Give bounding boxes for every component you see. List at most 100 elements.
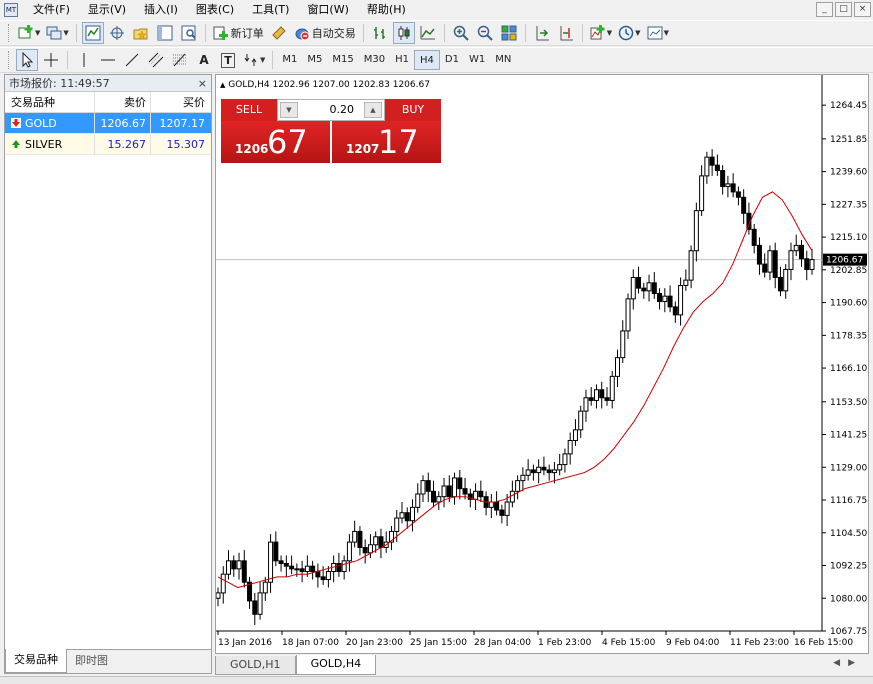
x-tick-label: 13 Jan 2016 bbox=[218, 638, 272, 648]
collapse-icon[interactable]: ▲ bbox=[220, 81, 225, 89]
close-icon[interactable]: × bbox=[198, 75, 207, 92]
terminal-icon bbox=[157, 25, 173, 41]
arrows-tool[interactable]: ▼ bbox=[241, 49, 267, 71]
symbol-cell: GOLD bbox=[5, 113, 95, 133]
y-tick-label: 1227.35 bbox=[830, 200, 867, 210]
indicators-button[interactable]: ▼ bbox=[588, 22, 614, 44]
auto-trading-button[interactable]: 自动交易 bbox=[292, 22, 358, 44]
menu-view[interactable]: 显示(V) bbox=[79, 0, 135, 20]
tab-gold-h4[interactable]: GOLD,H4 bbox=[295, 655, 377, 675]
metaeditor-icon bbox=[272, 26, 286, 40]
terminal-button[interactable] bbox=[154, 22, 176, 44]
buy-price-big: 17 bbox=[378, 123, 419, 161]
candle-body bbox=[216, 592, 221, 599]
new-order-button[interactable]: 新订单 bbox=[211, 22, 266, 44]
candle-body bbox=[431, 490, 437, 503]
cursor-tool[interactable] bbox=[16, 49, 38, 71]
candle-body bbox=[609, 375, 615, 401]
candle-body bbox=[704, 156, 710, 177]
tab-symbols[interactable]: 交易品种 bbox=[5, 649, 67, 673]
tile-windows-button[interactable] bbox=[498, 22, 520, 44]
app-icon: MT bbox=[4, 3, 18, 17]
profiles-button[interactable]: ▼ bbox=[44, 22, 70, 44]
y-tick-label: 1215.10 bbox=[830, 233, 867, 243]
candle-body bbox=[578, 410, 584, 431]
candlestick-chart-button[interactable] bbox=[392, 22, 415, 44]
chart-window[interactable]: 1264.45 1251.85 1239.60 1227.35 1215.10 1202.… bbox=[215, 74, 869, 654]
volume-decrease-button[interactable]: ▼ bbox=[280, 102, 298, 118]
templates-button[interactable]: ▼ bbox=[645, 22, 671, 44]
y-tick-label: 1141.25 bbox=[830, 431, 867, 441]
periods-button[interactable]: ▼ bbox=[616, 22, 642, 44]
timeframe-h1[interactable]: H1 bbox=[390, 50, 414, 70]
metaeditor-button[interactable] bbox=[268, 22, 290, 44]
timeframe-w1[interactable]: W1 bbox=[464, 50, 490, 70]
ask-column-header[interactable]: 买价 bbox=[151, 92, 209, 112]
x-tick-label: 4 Feb 15:00 bbox=[602, 638, 656, 648]
fibonacci-tool[interactable] bbox=[169, 49, 191, 71]
navigator-button[interactable] bbox=[130, 22, 152, 44]
candle-body bbox=[599, 389, 605, 399]
close-button[interactable]: × bbox=[854, 2, 871, 17]
bid-column-header[interactable]: 卖价 bbox=[95, 92, 151, 112]
volume-input[interactable]: ▼ 0.20 ▲ bbox=[277, 99, 385, 121]
data-window-button[interactable] bbox=[106, 22, 128, 44]
tab-tick-chart[interactable]: 即时图 bbox=[67, 650, 116, 673]
symbol-row-silver[interactable]: SILVER 15.267 15.307 bbox=[5, 134, 211, 155]
volume-increase-button[interactable]: ▲ bbox=[364, 102, 382, 118]
candle-body bbox=[735, 191, 741, 198]
symbol-column-header[interactable]: 交易品种 bbox=[5, 92, 95, 112]
zoom-out-button[interactable] bbox=[474, 22, 496, 44]
up-arrow-icon bbox=[12, 140, 20, 148]
menu-charts[interactable]: 图表(C) bbox=[187, 0, 243, 20]
horizontal-line-tool[interactable] bbox=[97, 49, 119, 71]
zoom-in-button[interactable] bbox=[450, 22, 472, 44]
trendline-tool[interactable] bbox=[121, 49, 143, 71]
tab-scroll-arrows[interactable]: ◀▶ bbox=[833, 658, 863, 668]
timeframe-h4[interactable]: H4 bbox=[414, 50, 440, 70]
menu-file[interactable]: 文件(F) bbox=[24, 0, 79, 20]
timeframe-m30[interactable]: M30 bbox=[359, 50, 390, 70]
crosshair-tool[interactable] bbox=[40, 49, 62, 71]
menu-tools[interactable]: 工具(T) bbox=[243, 0, 298, 20]
buy-button[interactable]: BUY bbox=[385, 99, 441, 121]
symbol-cell: SILVER bbox=[5, 134, 95, 154]
text-label-tool[interactable]: T bbox=[217, 49, 239, 71]
buy-price-box[interactable]: 1207 17 bbox=[332, 121, 441, 163]
timeframe-m15[interactable]: M15 bbox=[327, 50, 358, 70]
menu-insert[interactable]: 插入(I) bbox=[135, 0, 187, 20]
new-chart-button[interactable]: ▼ bbox=[16, 22, 42, 44]
vertical-line-tool[interactable] bbox=[73, 49, 95, 71]
candle-body bbox=[620, 330, 626, 359]
menu-help[interactable]: 帮助(H) bbox=[358, 0, 415, 20]
text-tool[interactable]: A bbox=[193, 49, 215, 71]
menu-window[interactable]: 窗口(W) bbox=[298, 0, 357, 20]
candle-body bbox=[536, 466, 542, 474]
chart-shift-button[interactable] bbox=[555, 22, 577, 44]
candle-body bbox=[346, 541, 352, 562]
candle-body bbox=[446, 485, 452, 498]
candle-body bbox=[693, 210, 699, 252]
y-tick-label: 1202.85 bbox=[830, 266, 867, 276]
tester-button[interactable] bbox=[178, 22, 200, 44]
candle-body bbox=[667, 295, 673, 308]
timeframe-m1[interactable]: M1 bbox=[277, 50, 302, 70]
chart-header: ▲ GOLD,H4 1202.96 1207.00 1202.83 1206.6… bbox=[220, 80, 430, 90]
candle-body bbox=[551, 469, 557, 474]
restore-button[interactable]: □ bbox=[835, 2, 852, 17]
equidistant-channel-tool[interactable] bbox=[145, 49, 167, 71]
timeframe-m5[interactable]: M5 bbox=[302, 50, 327, 70]
timeframe-d1[interactable]: D1 bbox=[440, 50, 464, 70]
sell-price-box[interactable]: 1206 67 bbox=[221, 121, 330, 163]
candle-body bbox=[241, 560, 247, 583]
chart-autoscroll-button[interactable] bbox=[531, 22, 553, 44]
market-watch-button[interactable] bbox=[81, 22, 104, 44]
bar-chart-button[interactable] bbox=[369, 22, 391, 44]
line-chart-icon bbox=[420, 26, 435, 40]
sell-button[interactable]: SELL bbox=[221, 99, 277, 121]
symbol-row-gold[interactable]: GOLD 1206.67 1207.17 bbox=[5, 113, 211, 134]
line-chart-button[interactable] bbox=[417, 22, 439, 44]
tab-gold-h1[interactable]: GOLD,H1 bbox=[215, 656, 296, 675]
timeframe-mn[interactable]: MN bbox=[490, 50, 516, 70]
minimize-button[interactable]: _ bbox=[816, 2, 833, 17]
